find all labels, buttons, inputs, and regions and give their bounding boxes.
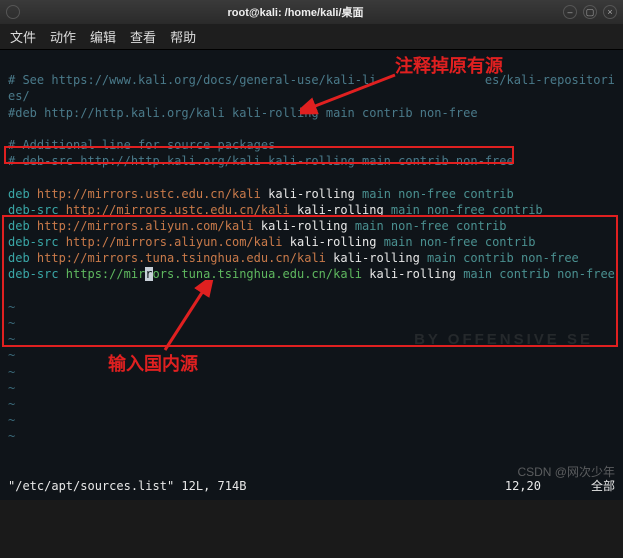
empty-line-tilde: ~ xyxy=(8,413,15,427)
close-button[interactable]: × xyxy=(603,5,617,19)
csdn-watermark: CSDN @网次少年 xyxy=(517,463,615,480)
empty-line-tilde: ~ xyxy=(8,348,15,362)
cursor: r xyxy=(145,267,152,281)
kali-watermark: BY OFFENSIVE SE xyxy=(414,330,593,350)
deb-line: deb http://mirrors.ustc.edu.cn/kali kali… xyxy=(8,187,514,201)
menu-help[interactable]: 帮助 xyxy=(170,27,196,46)
menu-actions[interactable]: 动作 xyxy=(50,27,76,46)
comment-line: # See https://www.kali.org/docs/general-… xyxy=(8,73,615,103)
menu-edit[interactable]: 编辑 xyxy=(90,27,116,46)
deb-line: deb http://mirrors.aliyun.com/kali kali-… xyxy=(8,219,507,233)
menu-view[interactable]: 查看 xyxy=(130,27,156,46)
status-mode: 全部 xyxy=(591,478,615,494)
deb-src-line: deb-src https://mirrors.tuna.tsinghua.ed… xyxy=(8,267,615,281)
maximize-button[interactable]: ▢ xyxy=(583,5,597,19)
window-titlebar: root@kali: /home/kali/桌面 – ▢ × xyxy=(0,0,623,24)
empty-line-tilde: ~ xyxy=(8,332,15,346)
deb-line: deb http://mirrors.tuna.tsinghua.edu.cn/… xyxy=(8,251,579,265)
comment-line: # deb-src http://http.kali.org/kali kali… xyxy=(8,154,514,168)
terminal-content[interactable]: # See https://www.kali.org/docs/general-… xyxy=(0,50,623,500)
menubar: 文件 动作 编辑 查看 帮助 xyxy=(0,24,623,50)
empty-line-tilde: ~ xyxy=(8,429,15,443)
menu-file[interactable]: 文件 xyxy=(10,27,36,46)
minimize-button[interactable]: – xyxy=(563,5,577,19)
empty-line-tilde: ~ xyxy=(8,300,15,314)
deb-src-line: deb-src http://mirrors.ustc.edu.cn/kali … xyxy=(8,203,543,217)
app-menu-icon[interactable] xyxy=(6,5,20,19)
comment-line: # Additional line for source packages xyxy=(8,138,275,152)
commented-deb-line: #deb http://http.kali.org/kali kali-roll… xyxy=(8,106,478,120)
empty-line-tilde: ~ xyxy=(8,316,15,330)
window-title: root@kali: /home/kali/桌面 xyxy=(28,4,563,20)
empty-line-tilde: ~ xyxy=(8,381,15,395)
vim-statusbar: "/etc/apt/sources.list" 12L, 714B 12,20 … xyxy=(8,478,615,494)
status-position: 12,20 xyxy=(505,478,541,494)
status-filename: "/etc/apt/sources.list" 12L, 714B xyxy=(8,478,505,494)
empty-line-tilde: ~ xyxy=(8,365,15,379)
deb-src-line: deb-src http://mirrors.aliyun.com/kali k… xyxy=(8,235,535,249)
empty-line-tilde: ~ xyxy=(8,397,15,411)
